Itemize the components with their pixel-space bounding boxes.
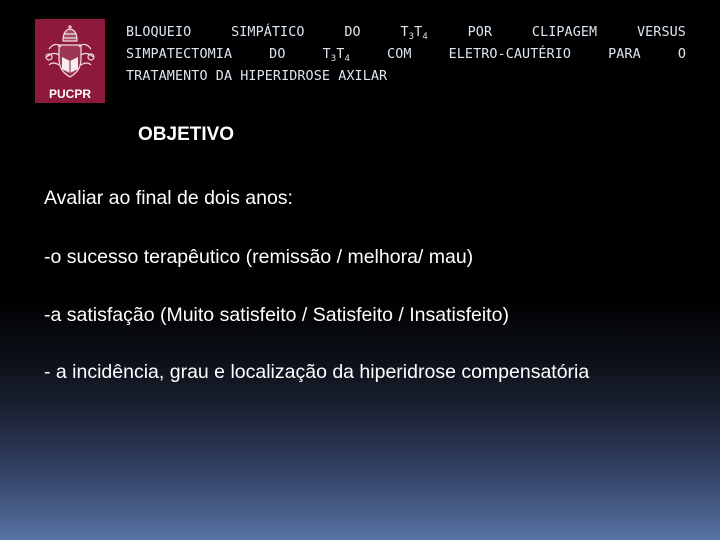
title-word-t3t4: T3T4: [400, 25, 428, 42]
title-word: COM: [387, 47, 412, 62]
title-line-3: TRATAMENTO DA HIPERIDROSE AXILAR: [126, 69, 388, 84]
title-word: ELETRO-CAUTÉRIO: [448, 47, 572, 62]
title-word-t3t4: T3T4: [322, 47, 350, 64]
title-word: SIMPATECTOMIA: [126, 47, 233, 62]
title-word: DO: [269, 47, 286, 62]
objective-item: - a incidência, grau e localização da hi…: [44, 361, 590, 383]
title-word: PARA: [608, 47, 641, 62]
title-line-2: SIMPATECTOMIA DO T3T4 COM ELETRO-CAUTÉRI…: [126, 44, 686, 66]
university-crest-icon: [45, 25, 95, 78]
title-word: SIMPÁTICO: [231, 25, 305, 40]
objective-item: -a satisfação (Muito satisfeito / Satisf…: [44, 304, 509, 326]
pucpr-logo: PUCPR: [35, 19, 105, 103]
title-word: BLOQUEIO: [126, 25, 192, 40]
title-word: VERSUS: [636, 25, 686, 40]
title-word: O: [677, 47, 686, 62]
title-word: POR: [467, 25, 493, 40]
section-heading: OBJETIVO: [138, 124, 235, 145]
title-word: DO: [344, 25, 361, 40]
logo-text: PUCPR: [48, 87, 91, 101]
objective-item: -o sucesso terapêutico (remissão / melho…: [44, 246, 474, 268]
objective-intro: Avaliar ao final de dois anos:: [44, 187, 293, 209]
title-word: CLIPAGEM: [531, 25, 598, 40]
slide-title: BLOQUEIO SIMPÁTICO DO T3T4 POR CLIPAGEM …: [126, 22, 686, 88]
title-line-1: BLOQUEIO SIMPÁTICO DO T3T4 POR CLIPAGEM …: [126, 22, 686, 44]
